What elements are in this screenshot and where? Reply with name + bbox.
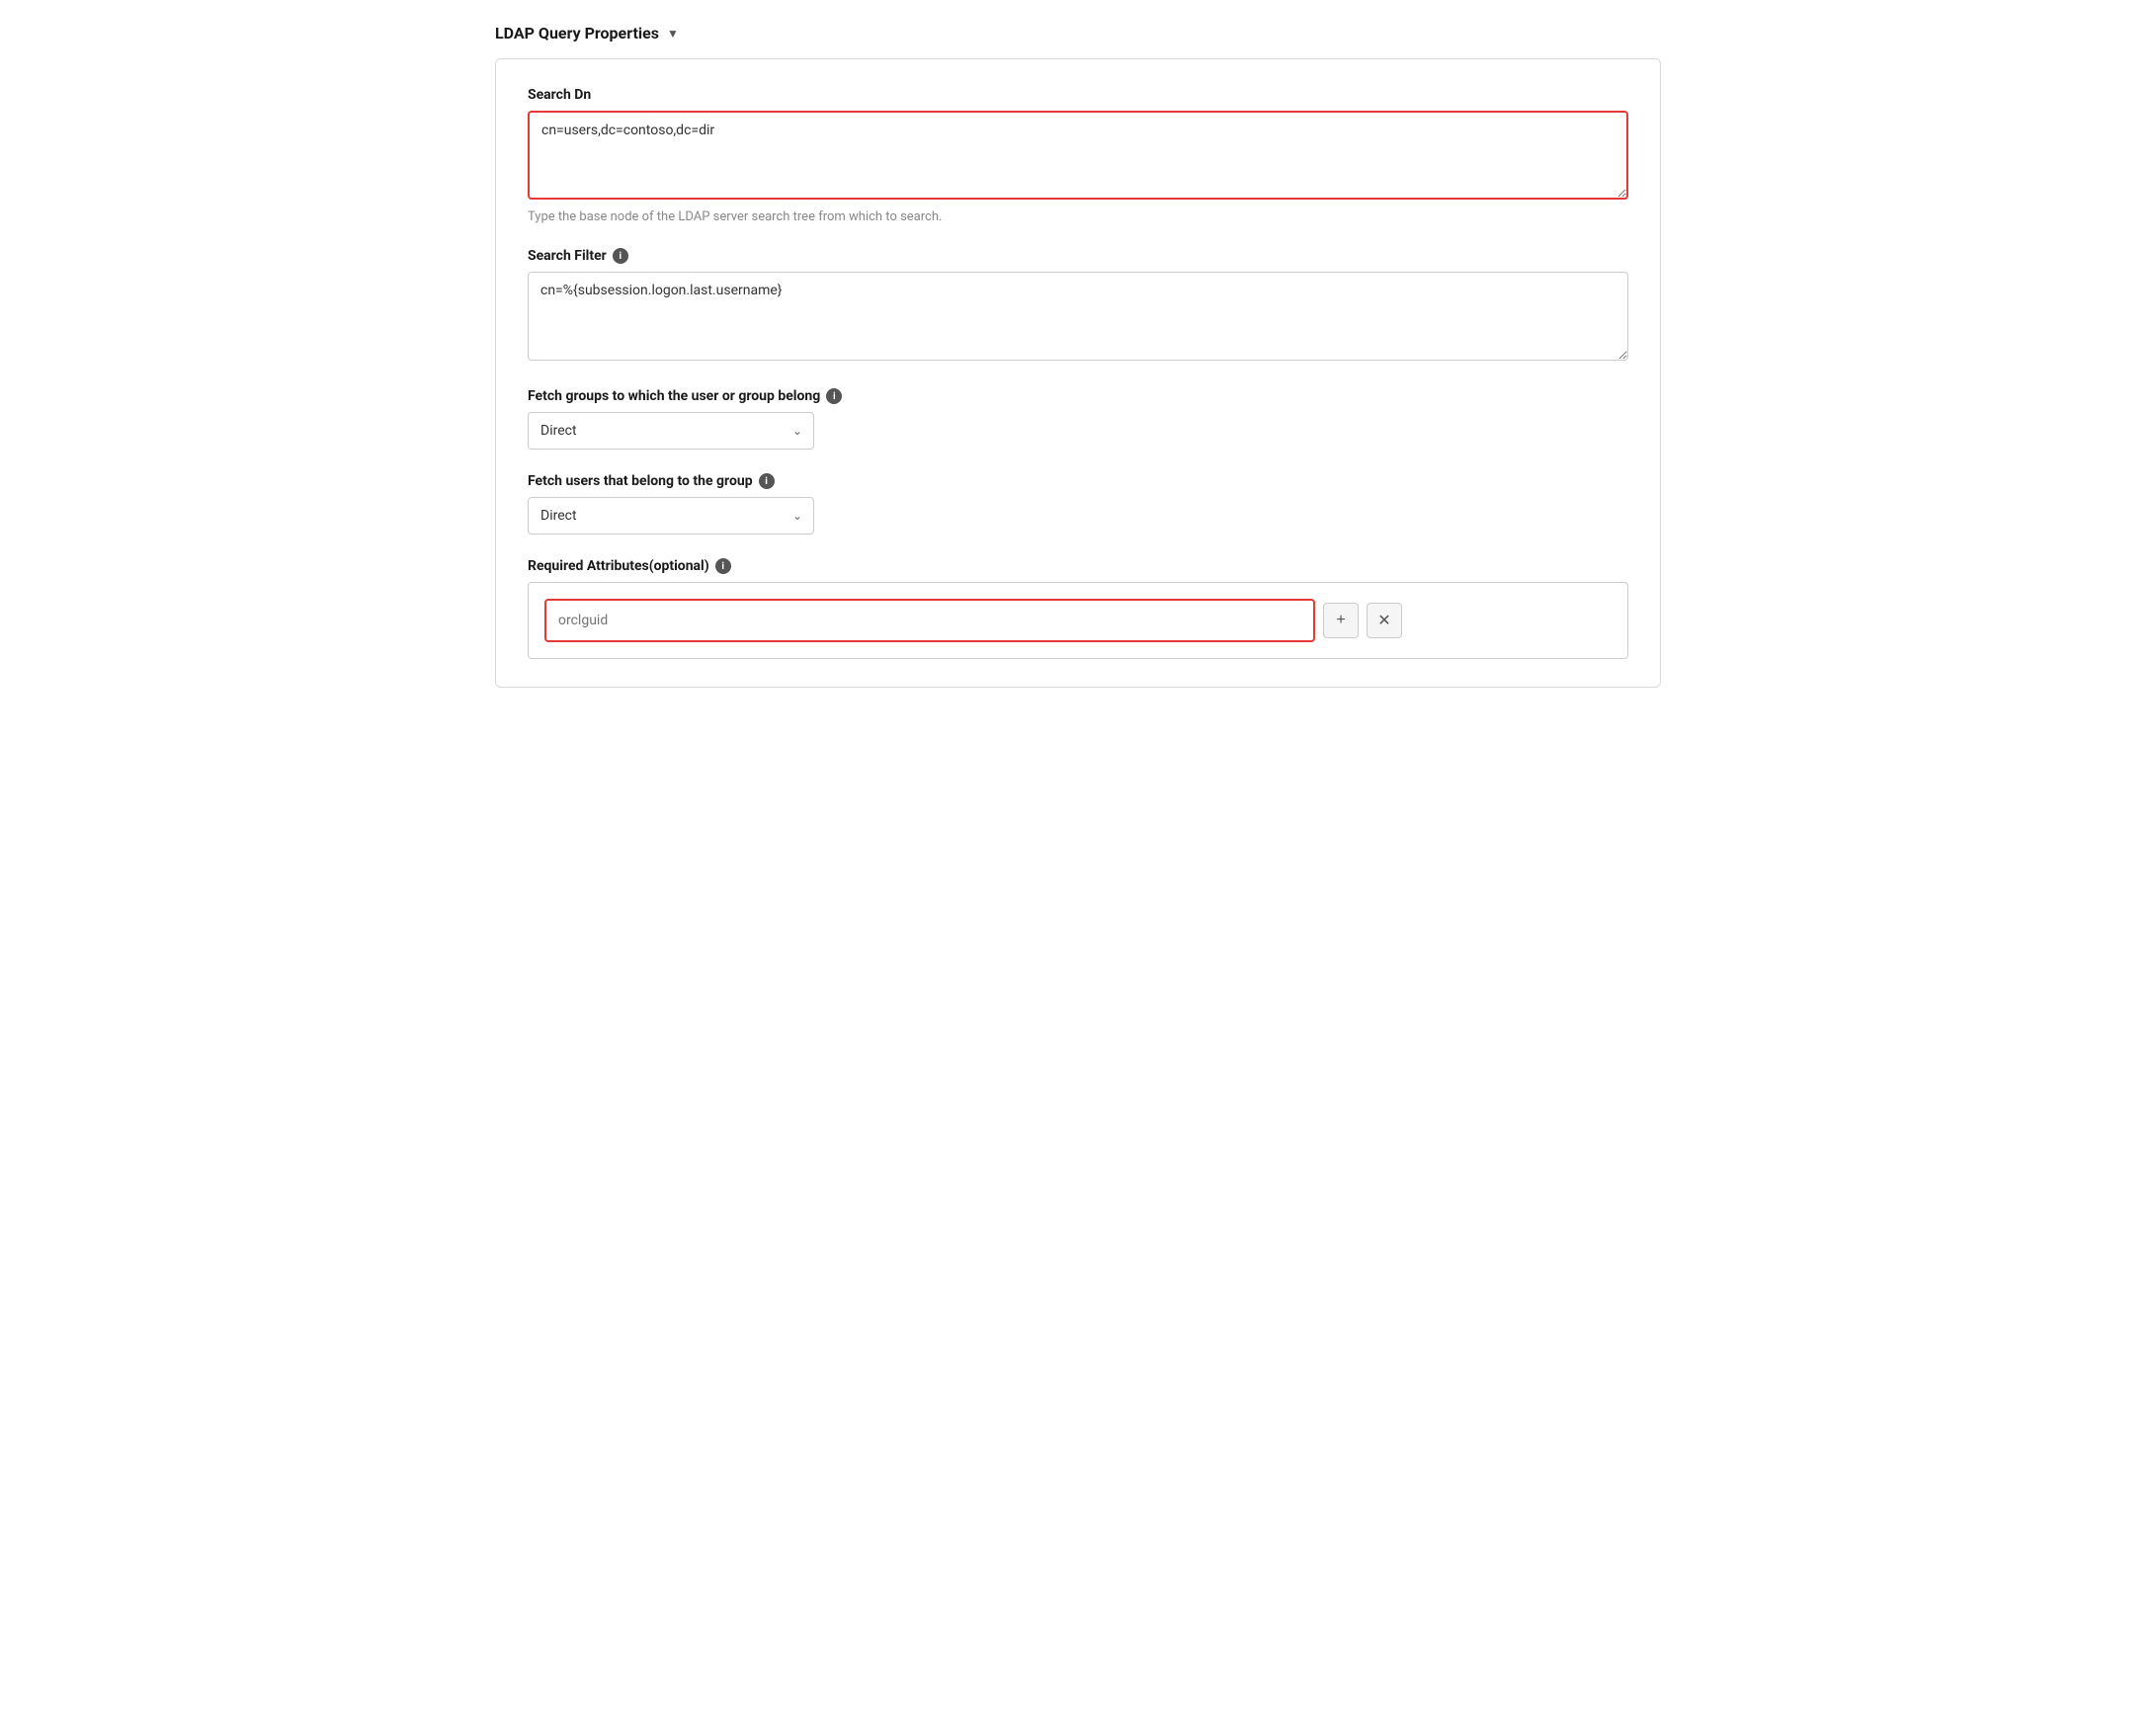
section-title: LDAP Query Properties: [495, 24, 659, 42]
fetch-groups-select[interactable]: Direct Recursive None: [528, 412, 814, 450]
search-dn-input[interactable]: cn=users,dc=contoso,dc=dir: [528, 111, 1628, 200]
search-filter-info-icon[interactable]: i: [613, 248, 628, 264]
required-attrs-input[interactable]: [544, 599, 1315, 642]
page-container: LDAP Query Properties ▼ Search Dn cn=use…: [495, 24, 1661, 688]
fetch-groups-select-wrapper: Direct Recursive None ⌄: [528, 412, 814, 450]
fetch-groups-group: Fetch groups to which the user or group …: [528, 388, 1628, 450]
fetch-users-select-wrapper: Direct Recursive None ⌄: [528, 497, 814, 535]
search-filter-input[interactable]: cn=%{subsession.logon.last.username}: [528, 272, 1628, 361]
fetch-users-label: Fetch users that belong to the group i: [528, 473, 1628, 489]
remove-attr-button[interactable]: ✕: [1367, 603, 1402, 638]
fetch-users-group: Fetch users that belong to the group i D…: [528, 473, 1628, 535]
chevron-down-icon: ▼: [667, 27, 679, 41]
required-attrs-info-icon[interactable]: i: [715, 558, 731, 574]
fetch-groups-label: Fetch groups to which the user or group …: [528, 388, 1628, 404]
required-attrs-container: + ✕: [528, 582, 1628, 659]
required-attrs-group: Required Attributes(optional) i + ✕: [528, 558, 1628, 659]
required-attrs-row: + ✕: [544, 599, 1612, 642]
search-filter-label: Search Filter i: [528, 248, 1628, 264]
section-header[interactable]: LDAP Query Properties ▼: [495, 24, 1661, 42]
search-dn-hint: Type the base node of the LDAP server se…: [528, 209, 1628, 224]
search-dn-group: Search Dn cn=users,dc=contoso,dc=dir Typ…: [528, 87, 1628, 224]
search-filter-group: Search Filter i cn=%{subsession.logon.la…: [528, 248, 1628, 365]
add-attr-button[interactable]: +: [1323, 603, 1359, 638]
fetch-users-info-icon[interactable]: i: [759, 473, 775, 489]
fetch-groups-info-icon[interactable]: i: [826, 388, 842, 404]
ldap-query-properties-card: Search Dn cn=users,dc=contoso,dc=dir Typ…: [495, 58, 1661, 688]
search-dn-label: Search Dn: [528, 87, 1628, 103]
required-attrs-label: Required Attributes(optional) i: [528, 558, 1628, 574]
fetch-users-select[interactable]: Direct Recursive None: [528, 497, 814, 535]
